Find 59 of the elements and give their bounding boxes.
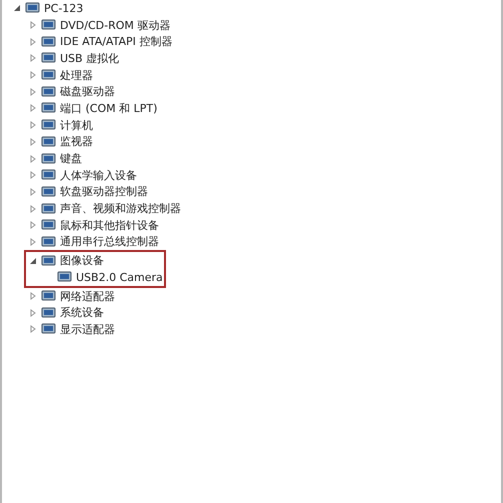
device-icon [25, 1, 41, 16]
device-icon [41, 306, 57, 320]
device-icon [57, 270, 73, 284]
expand-arrow-icon[interactable] [29, 221, 37, 230]
expand-arrow-icon[interactable] [29, 308, 37, 317]
expand-arrow-icon[interactable] [29, 171, 37, 180]
tree-item[interactable]: USB 虚拟化 [60, 52, 120, 64]
device-icon [41, 68, 57, 82]
device-icon [41, 34, 57, 49]
expand-arrow-icon[interactable] [29, 188, 37, 196]
tree-item[interactable]: 人体学输入设备 [60, 170, 137, 181]
device-icon [41, 289, 57, 304]
expand-arrow-icon[interactable] [29, 138, 37, 146]
tree-item[interactable]: 通用串行总线控制器 [60, 236, 159, 248]
tree-item[interactable]: USB2.0 Camera [76, 272, 163, 283]
tree-item[interactable]: 计算机 [60, 120, 93, 131]
tree-item[interactable]: DVD/CD-ROM 驱动器 [60, 20, 170, 31]
tree-item[interactable]: 监视器 [60, 136, 93, 148]
device-icon [41, 101, 57, 116]
expand-arrow-icon[interactable] [29, 21, 37, 30]
device-icon [41, 234, 57, 249]
expand-arrow-icon[interactable] [29, 325, 37, 334]
expand-arrow-icon[interactable] [29, 38, 37, 46]
device-icon [41, 51, 57, 66]
expand-arrow-icon[interactable] [29, 71, 37, 80]
tree-item[interactable]: 键盘 [60, 153, 82, 164]
tree-item[interactable]: 声音、视频和游戏控制器 [60, 203, 181, 214]
tree-item[interactable]: 图像设备 [60, 255, 104, 266]
device-icon [41, 134, 57, 149]
expand-arrow-icon[interactable] [29, 292, 37, 300]
tree-item[interactable]: 软盘驱动器控制器 [60, 186, 148, 198]
expand-arrow-icon[interactable] [29, 88, 37, 96]
tree-item[interactable]: 网络适配器 [60, 290, 115, 302]
tree-item[interactable]: 显示适配器 [60, 324, 115, 335]
tree-item[interactable]: PC-123 [44, 2, 84, 14]
expand-arrow-icon[interactable] [29, 154, 37, 163]
collapse-arrow-icon[interactable] [29, 256, 37, 265]
device-icon [41, 322, 57, 336]
tree-item[interactable]: IDE ATA/ATAPI 控制器 [60, 36, 172, 48]
device-icon [41, 168, 57, 182]
tree-item[interactable]: 处理器 [60, 70, 93, 81]
device-icon [41, 202, 57, 216]
tree-item[interactable]: 系统设备 [60, 307, 104, 318]
device-icon [41, 254, 57, 268]
device-icon [41, 218, 57, 232]
collapse-arrow-icon[interactable] [13, 4, 21, 12]
expand-arrow-icon[interactable] [29, 54, 37, 62]
device-icon [41, 118, 57, 132]
tree-item[interactable]: 鼠标和其他指针设备 [60, 220, 159, 231]
tree-item[interactable]: 磁盘驱动器 [60, 86, 115, 98]
expand-arrow-icon[interactable] [29, 204, 37, 213]
device-icon [41, 18, 57, 32]
tree-item[interactable]: 端口 (COM 和 LPT) [60, 102, 158, 114]
device-icon [41, 84, 57, 99]
expand-arrow-icon[interactable] [29, 121, 37, 130]
device-icon [41, 184, 57, 199]
device-icon [41, 152, 57, 166]
expand-arrow-icon[interactable] [29, 238, 37, 246]
expand-arrow-icon[interactable] [29, 104, 37, 112]
